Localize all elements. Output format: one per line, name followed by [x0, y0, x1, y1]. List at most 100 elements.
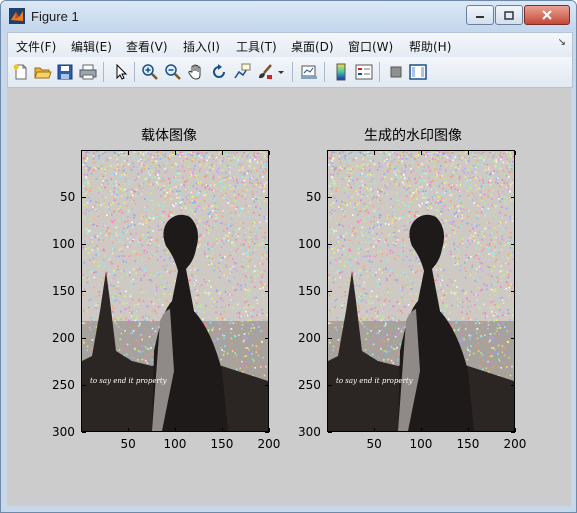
matlab-logo-icon: [9, 8, 25, 24]
y-tick-mark: [82, 384, 86, 386]
menu-desktop[interactable]: 桌面(D): [291, 38, 334, 55]
maximize-button[interactable]: [495, 5, 523, 25]
toolbar-separator: [324, 62, 325, 82]
watermarked-image-axes[interactable]: to say end it property: [327, 150, 515, 432]
watermarked-image: to say end it property: [328, 151, 514, 431]
y-tick-label: 50: [60, 190, 76, 204]
close-icon: [542, 10, 552, 20]
print-icon[interactable]: [79, 63, 97, 81]
menu-bar: 文件(F) 编辑(E) 查看(V) 插入(I) 工具(T) 桌面(D) 窗口(W…: [7, 32, 573, 58]
x-tick-label: 100: [409, 437, 433, 451]
y-tick-label: 100: [52, 237, 75, 251]
figure-window: Figure 1 文件(F) 编辑(E) 查看(V) 插入(I) 工具(T) 桌…: [0, 0, 577, 513]
x-tick-mark: [221, 428, 223, 432]
y-tick-mark: [511, 431, 515, 433]
menu-edit[interactable]: 编辑(E): [71, 38, 112, 55]
menu-tools[interactable]: 工具(T): [236, 38, 277, 55]
x-tick-mark: [127, 428, 129, 432]
x-tick-mark: [174, 151, 176, 155]
x-tick-label: 150: [210, 437, 234, 451]
menu-insert[interactable]: 插入(I): [183, 38, 220, 55]
menu-file[interactable]: 文件(F): [16, 38, 56, 55]
y-tick-mark: [265, 196, 269, 198]
toolbar-separator: [134, 62, 135, 82]
y-tick-label: 150: [52, 284, 75, 298]
maximize-icon: [504, 10, 514, 20]
menu-help[interactable]: 帮助(H): [409, 38, 451, 55]
y-tick-label: 300: [298, 425, 321, 439]
link-plot-icon[interactable]: [300, 63, 318, 81]
cover-image: to say end it property: [82, 151, 268, 431]
y-tick-mark: [82, 431, 86, 433]
zoom-in-icon[interactable]: [141, 63, 159, 81]
colorbar-icon[interactable]: [332, 63, 350, 81]
pan-hand-icon[interactable]: [187, 63, 205, 81]
y-tick-label: 150: [298, 284, 321, 298]
y-tick-mark: [82, 337, 86, 339]
y-tick-mark: [265, 384, 269, 386]
y-tick-label: 50: [306, 190, 322, 204]
axes-title-cover-image: 载体图像: [141, 128, 197, 144]
y-tick-mark: [328, 384, 332, 386]
y-tick-mark: [328, 196, 332, 198]
x-tick-mark: [221, 151, 223, 155]
close-button[interactable]: [524, 5, 570, 25]
hide-plot-tools-icon[interactable]: [387, 63, 405, 81]
minimize-icon: [476, 16, 484, 18]
rotate-3d-icon[interactable]: [210, 63, 228, 81]
y-tick-mark: [328, 431, 332, 433]
save-icon[interactable]: [56, 63, 74, 81]
x-tick-mark: [127, 151, 129, 155]
window-title: Figure 1: [31, 9, 79, 24]
title-bar[interactable]: Figure 1: [1, 1, 576, 31]
x-tick-mark: [467, 428, 469, 432]
embedded-text: to say end it property: [90, 377, 168, 385]
x-tick-mark: [467, 151, 469, 155]
x-tick-mark: [514, 151, 516, 155]
new-figure-icon[interactable]: [12, 63, 30, 81]
y-tick-label: 200: [298, 331, 321, 345]
y-tick-mark: [265, 337, 269, 339]
y-tick-mark: [511, 196, 515, 198]
x-tick-mark: [373, 151, 375, 155]
x-tick-mark: [420, 151, 422, 155]
embedded-text: to say end it property: [336, 377, 414, 385]
x-tick-label: 100: [163, 437, 187, 451]
toolbar-separator: [103, 62, 104, 82]
open-file-icon[interactable]: [34, 63, 52, 81]
select-arrow-icon[interactable]: [112, 63, 130, 81]
y-tick-mark: [511, 384, 515, 386]
zoom-out-icon[interactable]: [164, 63, 182, 81]
y-tick-mark: [511, 337, 515, 339]
y-tick-label: 250: [298, 378, 321, 392]
y-tick-mark: [265, 243, 269, 245]
x-tick-label: 200: [257, 437, 281, 451]
data-cursor-icon[interactable]: [233, 63, 251, 81]
y-tick-label: 200: [52, 331, 75, 345]
x-tick-mark: [373, 428, 375, 432]
x-tick-label: 50: [366, 437, 382, 451]
x-tick-mark: [420, 428, 422, 432]
y-tick-mark: [328, 337, 332, 339]
menu-view[interactable]: 查看(V): [126, 38, 168, 55]
y-tick-mark: [82, 243, 86, 245]
y-tick-mark: [82, 290, 86, 292]
dock-arrow-icon[interactable]: ↘: [558, 37, 566, 48]
y-tick-label: 250: [52, 378, 75, 392]
dropdown-arrow-icon[interactable]: [276, 63, 286, 81]
cover-image-axes[interactable]: to say end it property: [81, 150, 269, 432]
x-tick-label: 200: [503, 437, 527, 451]
y-tick-label: 100: [298, 237, 321, 251]
y-tick-mark: [511, 290, 515, 292]
figure-canvas[interactable]: 载体图像 to say end it property 生成的水印图像 to s…: [7, 88, 571, 506]
y-tick-mark: [265, 431, 269, 433]
x-tick-mark: [174, 428, 176, 432]
x-tick-label: 50: [120, 437, 136, 451]
minimize-button[interactable]: [466, 5, 494, 25]
y-tick-mark: [265, 290, 269, 292]
menu-window[interactable]: 窗口(W): [348, 38, 393, 55]
show-plot-tools-icon[interactable]: [409, 63, 427, 81]
legend-icon[interactable]: [355, 63, 373, 81]
brush-icon[interactable]: [256, 63, 274, 81]
y-tick-mark: [511, 243, 515, 245]
